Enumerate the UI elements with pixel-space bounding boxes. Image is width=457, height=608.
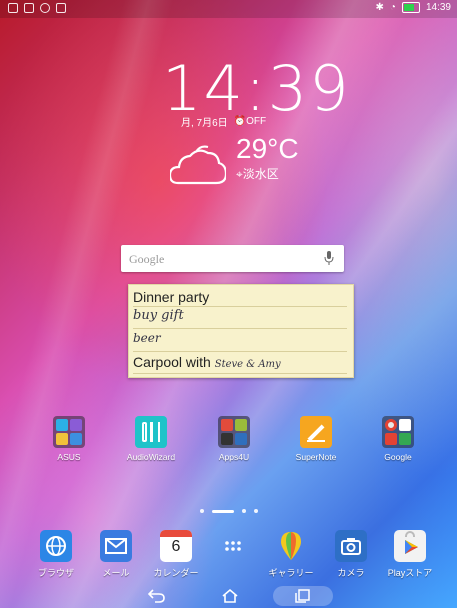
date-text: 月, 7月6日 — [181, 118, 228, 129]
dock-browser[interactable]: ブラウザ — [23, 530, 89, 579]
home-icon — [222, 588, 238, 603]
location-text: 淡水区 — [242, 167, 279, 181]
alarm-status: OFF — [246, 116, 267, 127]
gallery-notification-icon — [24, 3, 34, 13]
app-label: SuperNote — [295, 452, 337, 462]
page-indicator — [200, 509, 258, 513]
note-line-4: Carpool with Steve & Amy — [133, 354, 281, 370]
app-supernote[interactable]: SuperNote — [285, 416, 347, 462]
battery-icon — [401, 2, 420, 13]
dock-label: カメラ — [337, 568, 365, 578]
cloud-notification-icon — [56, 3, 66, 13]
alarm-indicator: ⏰OFF — [234, 116, 266, 127]
recents-icon — [295, 589, 310, 603]
search-placeholder: Google — [129, 252, 165, 266]
page-dot[interactable] — [254, 509, 258, 513]
mic-icon[interactable] — [324, 251, 334, 265]
notification-icons — [8, 3, 66, 13]
audiowizard-icon — [135, 416, 167, 448]
sync-notification-icon — [40, 3, 50, 13]
google-search-bar[interactable]: Google — [121, 245, 344, 272]
screenshot-notification-icon — [8, 3, 18, 13]
note-rule — [133, 351, 347, 352]
alarm-icon: ⏰ — [233, 116, 247, 127]
calendar-day: 6 — [171, 538, 181, 555]
weather-location: ⌖淡水区 — [236, 165, 279, 182]
temperature: 29°C — [236, 133, 299, 164]
note-rule — [133, 328, 347, 329]
note-widget[interactable]: Dinner party buy gift beer Carpool with … — [128, 284, 354, 378]
dock-mail[interactable]: メール — [83, 530, 149, 579]
status-time: 14:39 — [425, 2, 451, 13]
app-google-folder[interactable]: Google — [367, 416, 429, 462]
app-label: Google — [384, 452, 412, 462]
play-store-icon — [394, 530, 426, 562]
dock-label: ブラウザ — [37, 568, 74, 578]
page-dot-current[interactable] — [212, 509, 234, 513]
app-label: Apps4U — [218, 452, 250, 462]
app-asus[interactable]: ASUS — [38, 416, 100, 462]
weather-widget[interactable]: 29°C ⌖淡水区 — [170, 133, 310, 193]
dock-label: ギャラリー — [268, 568, 314, 578]
google-folder-icon — [382, 416, 414, 448]
note-line-3: beer — [133, 331, 161, 345]
browser-icon — [40, 530, 72, 562]
note-rule — [133, 306, 347, 307]
calendar-icon: 6 — [160, 530, 192, 562]
dock-camera[interactable]: カメラ — [318, 530, 384, 579]
dock-play-store[interactable]: Playストア — [377, 530, 443, 579]
camera-icon — [335, 530, 367, 562]
navigation-bar — [0, 584, 457, 608]
note-line-4-hand: Steve & Amy — [214, 359, 281, 370]
app-audiowizard[interactable]: AudioWizard — [120, 416, 182, 462]
note-line-4-print: Carpool with — [133, 354, 211, 370]
bluetooth-icon: ✱ — [375, 2, 384, 13]
mail-icon — [100, 530, 132, 562]
back-button[interactable] — [127, 586, 187, 606]
location-pin-icon: ⌖ — [236, 167, 243, 181]
recents-button[interactable] — [273, 586, 333, 606]
date-alarm-line: 月, 7月6日 ⏰OFF — [181, 114, 266, 129]
dock-gallery[interactable]: ギャラリー — [258, 530, 324, 579]
note-line-1: Dinner party — [133, 289, 210, 305]
app-apps4u[interactable]: Apps4U — [203, 416, 265, 462]
page-dot[interactable] — [242, 509, 246, 513]
status-bar: ✱ ◔ 14:39 — [0, 0, 457, 18]
note-line-2: buy gift — [133, 308, 184, 323]
dock-label: Playストア — [387, 568, 433, 578]
app-label: AudioWizard — [126, 452, 176, 462]
back-icon — [147, 589, 165, 603]
cloudy-weather-icon — [170, 145, 226, 185]
note-rule — [133, 373, 347, 374]
gallery-icon — [275, 530, 307, 562]
asus-folder-icon — [53, 416, 85, 448]
app-label: ASUS — [57, 452, 81, 462]
page-dot[interactable] — [200, 509, 204, 513]
home-button[interactable] — [200, 586, 260, 606]
wifi-icon: ◔ — [389, 2, 396, 13]
apps4u-folder-icon — [218, 416, 250, 448]
all-apps-icon — [217, 530, 249, 562]
supernote-icon — [300, 416, 332, 448]
dock-label: カレンダー — [153, 568, 199, 578]
dock-all-apps[interactable] — [200, 530, 266, 566]
dock-label: メール — [102, 568, 130, 578]
